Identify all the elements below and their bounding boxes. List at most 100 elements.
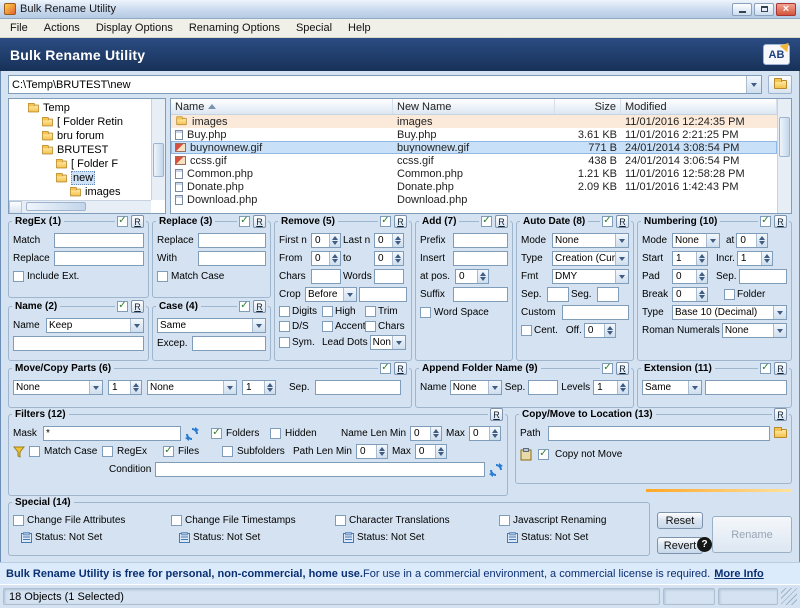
- date-seg-input[interactable]: [597, 287, 619, 302]
- dropdown-arrow-icon[interactable]: [773, 306, 786, 319]
- character-translations-checkbox[interactable]: [335, 515, 346, 526]
- dropdown-arrow-icon[interactable]: [89, 381, 102, 394]
- tree-item-bru-forum[interactable]: bru forum: [11, 129, 165, 143]
- spinner-arrows-icon[interactable]: [604, 324, 615, 337]
- paste-path-icon[interactable]: [520, 448, 532, 461]
- replace-reset-button[interactable]: R: [253, 215, 266, 228]
- name-text-input[interactable]: [13, 336, 144, 351]
- spinner-arrows-icon[interactable]: [696, 270, 707, 283]
- append-sep-input[interactable]: [528, 380, 558, 395]
- num-mode-dropdown[interactable]: None: [672, 233, 720, 248]
- num-type-dropdown[interactable]: Base 10 (Decimal): [672, 305, 787, 320]
- help-button[interactable]: ?: [697, 537, 712, 552]
- file-row[interactable]: images images 11/01/2016 12:24:35 PM: [171, 115, 777, 128]
- spinner-arrows-icon[interactable]: [329, 234, 340, 247]
- remove-accents-checkbox[interactable]: [322, 321, 333, 332]
- spinner-arrows-icon[interactable]: [264, 381, 275, 394]
- name-reset-button[interactable]: R: [131, 300, 144, 313]
- file-row[interactable]: Common.php Common.php 1.21 KB 11/01/2016…: [171, 167, 777, 180]
- scrollbar-thumb[interactable]: [153, 143, 164, 177]
- tree-vertical-scrollbar[interactable]: [151, 99, 165, 200]
- spinner-arrows-icon[interactable]: [435, 445, 446, 458]
- path-len-max-spinner[interactable]: 0: [415, 444, 447, 459]
- tree-item-images[interactable]: images: [11, 185, 165, 199]
- spinner-arrows-icon[interactable]: [392, 252, 403, 265]
- parent-folder-button[interactable]: [768, 75, 792, 94]
- dropdown-arrow-icon[interactable]: [706, 234, 719, 247]
- dropdown-arrow-icon[interactable]: [488, 381, 501, 394]
- to-spinner[interactable]: 0: [374, 251, 404, 266]
- move-copy-part2-dropdown[interactable]: None: [147, 380, 237, 395]
- rename-button[interactable]: Rename: [712, 516, 792, 553]
- regex-enable-checkbox[interactable]: [117, 216, 128, 227]
- tree-item-brutest[interactable]: BRUTEST: [11, 143, 165, 157]
- word-space-checkbox[interactable]: [420, 307, 431, 318]
- tree-item-new[interactable]: new: [11, 171, 165, 185]
- remove-chars-checkbox[interactable]: [365, 321, 376, 332]
- filter-files-checkbox[interactable]: [163, 446, 174, 457]
- extension-text-input[interactable]: [705, 380, 787, 395]
- copy-move-reset-button[interactable]: R: [774, 408, 787, 421]
- auto-date-enable-checkbox[interactable]: [602, 216, 613, 227]
- dropdown-arrow-icon[interactable]: [223, 381, 236, 394]
- from-spinner[interactable]: 0: [311, 251, 341, 266]
- add-enable-checkbox[interactable]: [481, 216, 492, 227]
- tree-horizontal-scrollbar[interactable]: [9, 200, 151, 213]
- extension-reset-button[interactable]: R: [774, 362, 787, 375]
- copy-move-path-input[interactable]: [548, 426, 770, 441]
- address-dropdown-arrow-icon[interactable]: [746, 76, 761, 93]
- spinner-arrows-icon[interactable]: [756, 234, 767, 247]
- num-start-spinner[interactable]: 1: [672, 251, 708, 266]
- refresh-icon[interactable]: [185, 427, 199, 441]
- change-attributes-checkbox[interactable]: [13, 515, 24, 526]
- replace-enable-checkbox[interactable]: [239, 216, 250, 227]
- spinner-arrows-icon[interactable]: [696, 288, 707, 301]
- column-header-new-name[interactable]: New Name: [393, 99, 555, 114]
- move-copy-part1-dropdown[interactable]: None: [13, 380, 103, 395]
- file-row[interactable]: Donate.php Donate.php 2.09 KB 11/01/2016…: [171, 180, 777, 193]
- spinner-arrows-icon[interactable]: [696, 252, 707, 265]
- dropdown-arrow-icon[interactable]: [688, 381, 701, 394]
- move-copy-qty2-spinner[interactable]: 1: [242, 380, 276, 395]
- dropdown-arrow-icon[interactable]: [252, 319, 265, 332]
- regex-include-ext-checkbox[interactable]: [13, 271, 24, 282]
- move-copy-reset-button[interactable]: R: [394, 362, 407, 375]
- first-n-spinner[interactable]: 0: [311, 233, 341, 248]
- case-exceptions-input[interactable]: [192, 336, 266, 351]
- replace-input[interactable]: [198, 233, 266, 248]
- dropdown-arrow-icon[interactable]: [130, 319, 143, 332]
- tree-item-folder-f[interactable]: [ Folder F: [11, 157, 165, 171]
- spinner-arrows-icon[interactable]: [617, 381, 628, 394]
- date-custom-input[interactable]: [562, 305, 629, 320]
- add-insert-input[interactable]: [453, 251, 508, 266]
- minimize-button[interactable]: [732, 3, 752, 16]
- dropdown-arrow-icon[interactable]: [615, 234, 628, 247]
- reset-button[interactable]: Reset: [657, 512, 703, 529]
- column-header-name[interactable]: Name: [171, 99, 393, 114]
- case-enable-checkbox[interactable]: [239, 301, 250, 312]
- file-row-selected[interactable]: buynownew.gif buynownew.gif 771 B 24/01/…: [171, 141, 777, 154]
- condition-input[interactable]: [155, 462, 485, 477]
- menu-actions[interactable]: Actions: [36, 20, 88, 36]
- crop-mode-dropdown[interactable]: Before: [305, 287, 357, 302]
- spinner-arrows-icon[interactable]: [761, 252, 772, 265]
- last-n-spinner[interactable]: 0: [374, 233, 404, 248]
- remove-words-input[interactable]: [374, 269, 404, 284]
- tree-item-temp[interactable]: Temp: [11, 101, 165, 115]
- num-incr-spinner[interactable]: 1: [737, 251, 773, 266]
- date-type-dropdown[interactable]: Creation (Cur: [552, 251, 629, 266]
- date-mode-dropdown[interactable]: None: [552, 233, 629, 248]
- filters-reset-button[interactable]: R: [490, 408, 503, 421]
- file-row[interactable]: ccss.gif ccss.gif 438 B 24/01/2014 3:06:…: [171, 154, 777, 167]
- file-list-vertical-scrollbar[interactable]: [777, 99, 791, 213]
- roman-numerals-dropdown[interactable]: None: [722, 323, 787, 338]
- regex-replace-input[interactable]: [54, 251, 144, 266]
- dropdown-arrow-icon[interactable]: [773, 324, 786, 337]
- add-prefix-input[interactable]: [453, 233, 508, 248]
- dropdown-arrow-icon[interactable]: [615, 270, 628, 283]
- remove-sym-checkbox[interactable]: [279, 337, 290, 348]
- num-at-spinner[interactable]: 0: [736, 233, 768, 248]
- spinner-arrows-icon[interactable]: [392, 234, 403, 247]
- spinner-arrows-icon[interactable]: [130, 381, 141, 394]
- filter-match-case-checkbox[interactable]: [29, 446, 40, 457]
